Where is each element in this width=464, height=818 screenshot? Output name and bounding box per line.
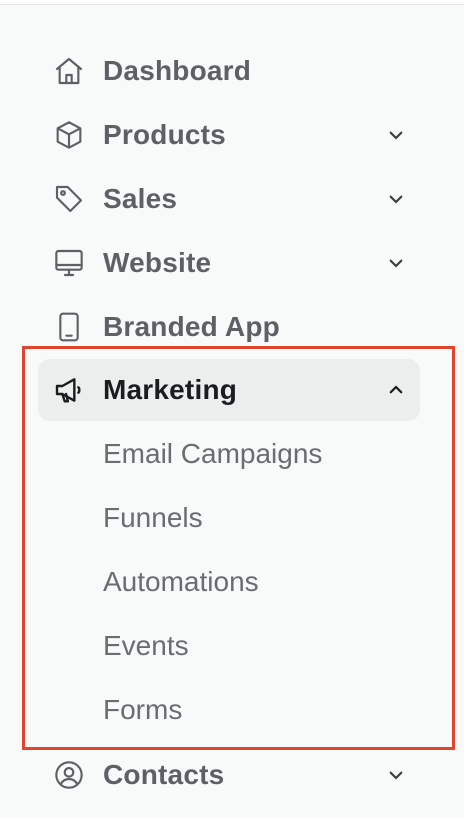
- nav-item-branded-app[interactable]: Branded App: [38, 296, 420, 358]
- nav-item-label: Marketing: [103, 374, 238, 405]
- subnav-item-email-campaigns[interactable]: Email Campaigns: [103, 434, 322, 474]
- chevron-down-icon[interactable]: [384, 187, 408, 211]
- subnav-item-forms[interactable]: Forms: [103, 690, 182, 730]
- chevron-down-icon[interactable]: [384, 123, 408, 147]
- chevron-up-icon[interactable]: [384, 378, 408, 402]
- monitor-icon: [52, 246, 86, 280]
- megaphone-icon: [52, 373, 86, 407]
- subnav-item-events[interactable]: Events: [103, 626, 189, 666]
- nav-item-label: Dashboard: [103, 55, 252, 86]
- nav-item-label: Sales: [103, 183, 178, 214]
- nav-item-website[interactable]: Website: [38, 232, 420, 294]
- box-icon: [52, 118, 86, 152]
- nav-item-sales[interactable]: Sales: [38, 168, 420, 230]
- nav-item-label: Website: [103, 247, 212, 278]
- nav-item-products[interactable]: Products: [38, 104, 420, 166]
- nav-item-label: Contacts: [103, 759, 225, 790]
- chevron-down-icon[interactable]: [384, 763, 408, 787]
- smartphone-icon: [52, 310, 86, 344]
- nav-item-dashboard[interactable]: Dashboard: [38, 40, 420, 102]
- nav-item-label: Branded App: [103, 311, 280, 342]
- nav-item-label: Products: [103, 119, 226, 150]
- subnav-item-automations[interactable]: Automations: [103, 562, 259, 602]
- sidebar-nav: Dashboard Products Sales Website Branded…: [0, 0, 464, 818]
- home-icon: [52, 54, 86, 88]
- user-circle-icon: [52, 758, 86, 792]
- tag-icon: [52, 182, 86, 216]
- chevron-down-icon[interactable]: [384, 251, 408, 275]
- nav-item-marketing[interactable]: Marketing: [38, 359, 420, 421]
- nav-item-contacts[interactable]: Contacts: [38, 744, 420, 806]
- subnav-item-funnels[interactable]: Funnels: [103, 498, 203, 538]
